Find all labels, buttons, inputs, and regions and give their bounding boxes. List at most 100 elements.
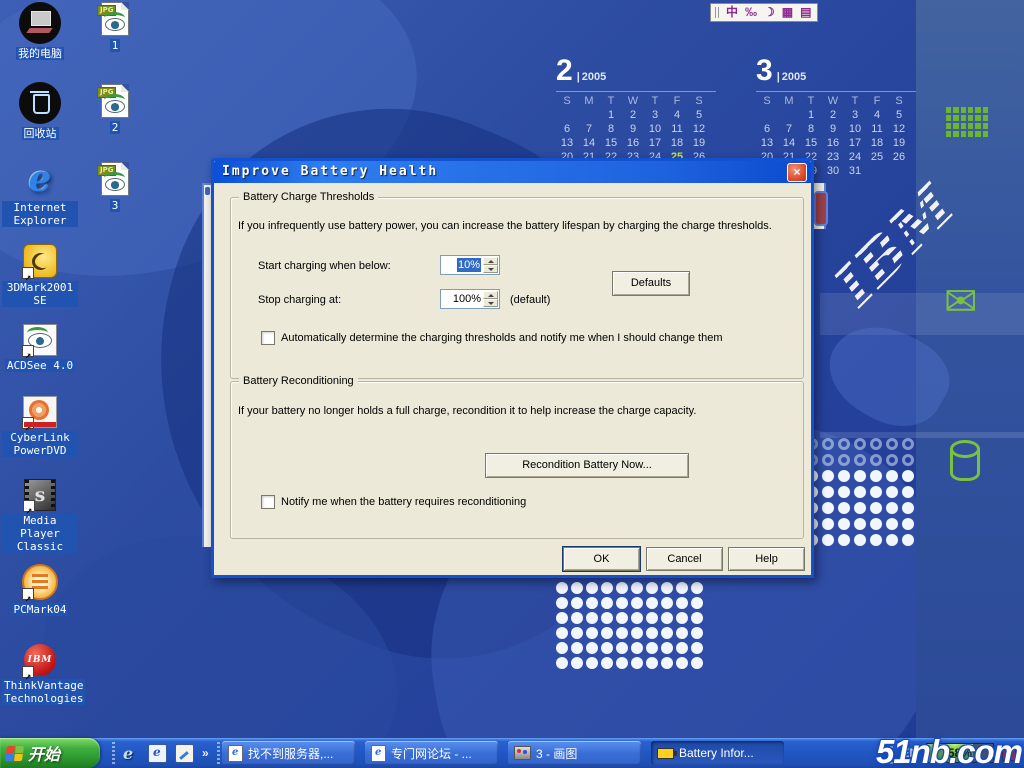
notify-recondition-checkbox[interactable] bbox=[261, 495, 275, 509]
ie-page-icon bbox=[228, 745, 243, 762]
close-icon[interactable] bbox=[787, 163, 807, 182]
calendar-day: 19 bbox=[688, 136, 710, 150]
desktop-icon-thinkvantage-technologies[interactable]: ThinkVantage Technologies bbox=[2, 644, 78, 707]
calendar-day: 15 bbox=[800, 136, 822, 150]
chinese-mode-icon[interactable]: 中 bbox=[726, 5, 738, 20]
dialog-body: Battery Charge Thresholds If you infrequ… bbox=[214, 183, 811, 581]
desktop-icon-jpg-1[interactable]: JPG1 bbox=[86, 2, 144, 54]
desktop-icon-pcmark04[interactable]: PCMark04 bbox=[2, 564, 78, 618]
calendar-week-row: 12345 bbox=[756, 108, 916, 122]
calendar-day: 16 bbox=[822, 136, 844, 150]
desktop-icon-label: Media Player Classic bbox=[2, 514, 78, 553]
paint-icon bbox=[514, 746, 531, 760]
spin-up-icon[interactable] bbox=[483, 257, 498, 265]
wallpaper-dot bbox=[822, 486, 834, 498]
wallpaper-dot bbox=[886, 518, 898, 530]
auto-thresholds-checkbox[interactable] bbox=[261, 331, 275, 345]
wallpaper-dot bbox=[601, 582, 613, 594]
internet-explorer-icon[interactable] bbox=[123, 745, 140, 762]
dialog-titlebar[interactable]: Improve Battery Health bbox=[214, 161, 811, 183]
wallpaper-dot bbox=[661, 582, 673, 594]
calendar-day: 2 bbox=[822, 108, 844, 122]
desktop-icon--[interactable]: 我的电脑 bbox=[2, 2, 78, 62]
calendar-week-row: 13141516171819 bbox=[756, 136, 916, 150]
battery-icon bbox=[657, 748, 674, 759]
ime-drag-handle[interactable] bbox=[715, 7, 719, 18]
wallpaper-dot bbox=[822, 454, 834, 466]
show-desktop-icon[interactable] bbox=[175, 744, 194, 763]
acdsee-icon bbox=[23, 324, 57, 356]
tray-app-icon[interactable] bbox=[1002, 746, 1016, 761]
wallpaper-dot bbox=[586, 657, 598, 669]
page-fold bbox=[121, 84, 129, 92]
wallpaper-dot bbox=[646, 642, 658, 654]
wallpaper-dot bbox=[691, 597, 703, 609]
wallpaper-dot bbox=[571, 642, 583, 654]
defaults-button[interactable]: Defaults bbox=[612, 271, 690, 296]
recycle-icon bbox=[19, 82, 61, 124]
calendar-day: 8 bbox=[600, 122, 622, 136]
start-button[interactable]: 开始 bbox=[0, 738, 100, 768]
quick-launch-more-chevron[interactable]: » bbox=[202, 738, 209, 768]
charge-description: If you infrequently use battery power, y… bbox=[238, 220, 798, 232]
calendar-day: 11 bbox=[666, 122, 688, 136]
desktop-icon--[interactable]: 回收站 bbox=[2, 82, 78, 142]
recondition-battery-button[interactable]: Recondition Battery Now... bbox=[485, 453, 689, 478]
calendar-weekday: S bbox=[756, 94, 778, 108]
wallpaper-dot bbox=[646, 597, 658, 609]
calendar-day: 14 bbox=[578, 136, 600, 150]
cancel-button[interactable]: Cancel bbox=[646, 547, 723, 571]
taskbar-button[interactable]: 专门网论坛 - ... bbox=[365, 741, 498, 765]
taskbar-button[interactable]: Battery Infor... bbox=[651, 741, 784, 765]
calendar-day: 13 bbox=[556, 136, 578, 150]
calendar-weekday: S bbox=[888, 94, 910, 108]
desktop-icon-jpg-3[interactable]: JPG3 bbox=[86, 162, 144, 214]
desktop-icon-acdsee-4-0[interactable]: ACDSee 4.0 bbox=[2, 324, 78, 374]
spreadsheet-grid-icon bbox=[946, 107, 988, 137]
calendar-weekday: S bbox=[556, 94, 578, 108]
calendar-weekday: T bbox=[644, 94, 666, 108]
taskbar-button[interactable]: 找不到服务器,... bbox=[222, 741, 355, 765]
desktop-icon-cyberlink-powerdvd[interactable]: CyberLink PowerDVD bbox=[2, 396, 78, 459]
wallpaper-dot bbox=[691, 612, 703, 624]
wallpaper-dot bbox=[601, 642, 613, 654]
punctuation-icon[interactable]: ‰ bbox=[745, 5, 757, 20]
desktop-icon-label: ThinkVantage Technologies bbox=[2, 679, 85, 705]
calendar-weekday: F bbox=[866, 94, 888, 108]
wallpaper-dot-grid bbox=[556, 582, 706, 672]
desktop-icon-media-player-classic[interactable]: Media Player Classic bbox=[2, 479, 78, 555]
stop-charging-spinbox[interactable]: 100% bbox=[440, 289, 500, 309]
ok-button[interactable]: OK bbox=[563, 547, 640, 571]
desktop-icon-internet-explorer[interactable]: Internet Explorer bbox=[2, 160, 78, 229]
desktop-icon-label: 回收站 bbox=[22, 127, 59, 140]
taskbar-button[interactable]: 3 - 画图 bbox=[508, 741, 641, 765]
desktop-icon-label: 3DMark2001 SE bbox=[2, 281, 78, 307]
language-indicator[interactable]: EN bbox=[901, 746, 918, 760]
ime-menu-icon[interactable]: ▤ bbox=[800, 5, 811, 20]
calendar-weekday: M bbox=[578, 94, 600, 108]
ime-language-bar[interactable]: 中 ‰ ☽ ▦ ▤ bbox=[710, 3, 818, 22]
desktop-icon-jpg-2[interactable]: JPG2 bbox=[86, 84, 144, 136]
help-button[interactable]: Help bbox=[728, 547, 805, 571]
calendar-weekday: W bbox=[822, 94, 844, 108]
wallpaper-dot bbox=[838, 518, 850, 530]
soft-keyboard-icon[interactable]: ▦ bbox=[782, 5, 793, 20]
calendar-day: 17 bbox=[644, 136, 666, 150]
shortcut-arrow-icon bbox=[23, 500, 35, 512]
battery-meter[interactable]: 58% bbox=[926, 743, 994, 763]
spin-up-icon[interactable] bbox=[483, 291, 498, 299]
calendar-weekday-row: SMTWTFS bbox=[556, 91, 716, 108]
calendar-day: 16 bbox=[622, 136, 644, 150]
desktop-icon-3dmark2001-se[interactable]: 3DMark2001 SE bbox=[2, 244, 78, 309]
wallpaper-dot bbox=[854, 438, 866, 450]
wallpaper-dot bbox=[571, 612, 583, 624]
spin-down-icon[interactable] bbox=[483, 299, 498, 307]
desktop-icon-label: Internet Explorer bbox=[2, 201, 78, 227]
fullwidth-halfwidth-icon[interactable]: ☽ bbox=[764, 5, 775, 20]
spin-down-icon[interactable] bbox=[483, 265, 498, 273]
start-charging-spinbox[interactable]: 10% bbox=[440, 255, 500, 275]
wallpaper-dot bbox=[870, 534, 882, 546]
wallpaper-dot bbox=[556, 642, 568, 654]
start-charging-value: 10% bbox=[457, 258, 481, 272]
browser-icon[interactable] bbox=[148, 744, 167, 763]
